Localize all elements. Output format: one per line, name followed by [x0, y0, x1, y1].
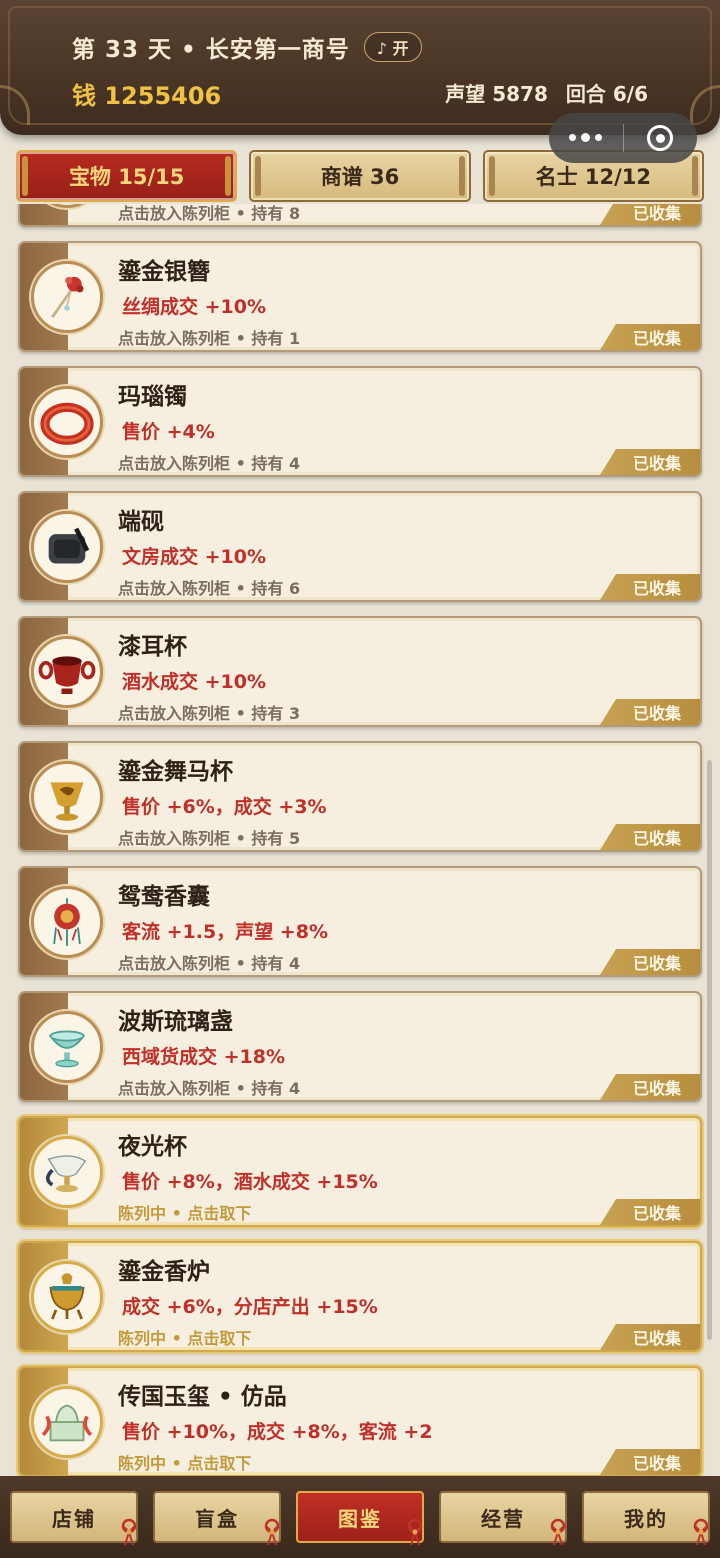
treasure-list[interactable]: 点击放入陈列柜 • 持有 8 已收集 鎏金银簪 丝绸成交 +10% 点击放入陈列柜 • …: [0, 204, 720, 1476]
money-display: 钱 1255406: [72, 82, 222, 110]
treasure-effect: 成交 +6%，分店产出 +15%: [122, 1296, 378, 1318]
treasure-action-hint: 点击放入陈列柜 • 持有 5: [118, 829, 301, 848]
tab-treasures[interactable]: 宝物 15/15: [16, 150, 238, 202]
collected-badge: 已收集: [600, 699, 700, 725]
day-shop-title: 第 33 天 • 长安第一商号: [72, 37, 350, 63]
treasure-name: 鸳鸯香囊: [118, 884, 210, 910]
nav-profile[interactable]: 我的: [582, 1491, 710, 1546]
treasure-card[interactable]: 鎏金舞马杯售价 +6%，成交 +3% 点击放入陈列柜 • 持有 5 已收集: [18, 741, 702, 852]
treasure-effect: 西域货成交 +18%: [122, 1046, 286, 1068]
close-miniprogram-icon[interactable]: [624, 125, 698, 151]
treasure-effect: 丝绸成交 +10%: [122, 296, 267, 318]
treasure-name: 夜光杯: [118, 1134, 187, 1160]
treasure-action-hint: 点击放入陈列柜 • 持有 8: [118, 204, 301, 223]
hairpin-icon: [31, 261, 103, 333]
more-options-icon[interactable]: [549, 133, 623, 142]
treasure-action-hint: 点击放入陈列柜 • 持有 4: [118, 954, 301, 973]
nav-shop[interactable]: 店铺: [10, 1491, 138, 1546]
treasure-action-hint: 陈列中 • 点击取下: [118, 1329, 252, 1348]
bottom-navigation: 店铺 盲盒 图鉴 经营 我的: [0, 1476, 720, 1558]
treasure-name: 漆耳杯: [118, 634, 187, 660]
luminous-cup-icon: [31, 1136, 103, 1208]
knot-ornament-icon: [407, 1518, 423, 1546]
treasure-card[interactable]: 夜光杯售价 +8%，酒水成交 +15% 陈列中 • 点击取下 已收集: [18, 1116, 702, 1227]
collected-badge: 已收集: [600, 1199, 700, 1225]
collected-badge: 已收集: [600, 824, 700, 850]
scrollbar[interactable]: [707, 760, 712, 1340]
treasure-card[interactable]: 点击放入陈列柜 • 持有 8 已收集: [18, 204, 702, 227]
treasure-card[interactable]: 鎏金香炉成交 +6%，分店产出 +15% 陈列中 • 点击取下 已收集: [18, 1241, 702, 1352]
treasure-effect: 售价 +10%，成交 +8%，客流 +2: [122, 1421, 433, 1443]
knot-ornament-icon: [550, 1518, 566, 1546]
music-toggle-button[interactable]: ♪ 开: [363, 32, 422, 62]
treasure-card[interactable]: 漆耳杯酒水成交 +10% 点击放入陈列柜 • 持有 3 已收集: [18, 616, 702, 727]
lacquer-cup-icon: [31, 636, 103, 708]
nav-label: 图鉴: [338, 1506, 382, 1531]
sachet-icon: [31, 886, 103, 958]
collected-badge: 已收集: [600, 949, 700, 975]
collected-badge: 已收集: [600, 574, 700, 600]
collected-badge: 已收集: [600, 1074, 700, 1100]
treasure-effect: 售价 +8%，酒水成交 +15%: [122, 1171, 378, 1193]
bracelet-icon: [31, 386, 103, 458]
title-row: 第 33 天 • 长安第一商号 ♪ 开: [72, 30, 422, 64]
nav-label: 经营: [481, 1506, 525, 1531]
knot-ornament-icon: [693, 1518, 709, 1546]
glass-bowl-icon: [31, 1011, 103, 1083]
treasure-name: 传国玉玺 • 仿品: [118, 1384, 287, 1410]
nav-operations[interactable]: 经营: [439, 1491, 567, 1546]
treasure-action-hint: 点击放入陈列柜 • 持有 3: [118, 704, 301, 723]
treasure-action-hint: 点击放入陈列柜 • 持有 1: [118, 329, 301, 348]
treasure-name: 玛瑙镯: [118, 384, 187, 410]
treasure-card[interactable]: 端砚文房成交 +10% 点击放入陈列柜 • 持有 6 已收集: [18, 491, 702, 602]
jade-seal-icon: [31, 1386, 103, 1458]
collected-badge: 已收集: [600, 449, 700, 475]
treasure-action-hint: 点击放入陈列柜 • 持有 4: [118, 454, 301, 473]
treasure-name: 端砚: [118, 509, 164, 535]
collected-badge: 已收集: [600, 1449, 700, 1475]
ornament-left: [0, 85, 30, 125]
nav-label: 店铺: [52, 1506, 96, 1531]
miniprogram-capsule: [549, 113, 697, 163]
treasure-card[interactable]: 波斯琉璃盏西域货成交 +18% 点击放入陈列柜 • 持有 4 已收集: [18, 991, 702, 1102]
treasure-action-hint: 陈列中 • 点击取下: [118, 1454, 252, 1473]
treasure-effect: 客流 +1.5，声望 +8%: [122, 921, 328, 943]
nav-blind-box[interactable]: 盲盒: [153, 1491, 281, 1546]
collected-badge: 已收集: [600, 1324, 700, 1350]
treasure-effect: 售价 +6%，成交 +3%: [122, 796, 327, 818]
ornament-right: [690, 85, 720, 125]
stats-right: 声望 5878 回合 6/6: [445, 78, 648, 107]
treasure-name: 鎏金舞马杯: [118, 759, 233, 785]
reputation-display: 声望 5878: [445, 82, 548, 106]
inkstone-icon: [31, 511, 103, 583]
censer-icon: [31, 1261, 103, 1333]
treasure-effect: 售价 +4%: [122, 421, 215, 443]
nav-label: 盲盒: [195, 1506, 239, 1531]
nav-label: 我的: [624, 1506, 668, 1531]
nav-catalog[interactable]: 图鉴: [296, 1491, 424, 1546]
treasure-effect: 文房成交 +10%: [122, 546, 267, 568]
tab-recipes[interactable]: 商谱 36: [249, 150, 471, 202]
gold-cup-icon: [31, 761, 103, 833]
treasure-card[interactable]: 玛瑙镯售价 +4% 点击放入陈列柜 • 持有 4 已收集: [18, 366, 702, 477]
round-display: 回合 6/6: [565, 82, 648, 106]
treasure-effect: 酒水成交 +10%: [122, 671, 267, 693]
treasure-card[interactable]: 鸳鸯香囊客流 +1.5，声望 +8% 点击放入陈列柜 • 持有 4 已收集: [18, 866, 702, 977]
treasure-action-hint: 点击放入陈列柜 • 持有 6: [118, 579, 301, 598]
knot-ornament-icon: [264, 1518, 280, 1546]
collected-badge: 已收集: [600, 204, 700, 225]
treasure-name: 鎏金香炉: [118, 1259, 210, 1285]
treasure-name: 鎏金银簪: [118, 259, 210, 285]
treasure-action-hint: 点击放入陈列柜 • 持有 4: [118, 1079, 301, 1098]
treasure-card[interactable]: 传国玉玺 • 仿品售价 +10%，成交 +8%，客流 +2 陈列中 • 点击取下 已…: [18, 1366, 702, 1476]
knot-ornament-icon: [121, 1518, 137, 1546]
treasure-action-hint: 陈列中 • 点击取下: [118, 1204, 252, 1223]
treasure-name: 波斯琉璃盏: [118, 1009, 233, 1035]
collected-badge: 已收集: [600, 324, 700, 350]
treasure-card[interactable]: 鎏金银簪丝绸成交 +10% 点击放入陈列柜 • 持有 1 已收集: [18, 241, 702, 352]
